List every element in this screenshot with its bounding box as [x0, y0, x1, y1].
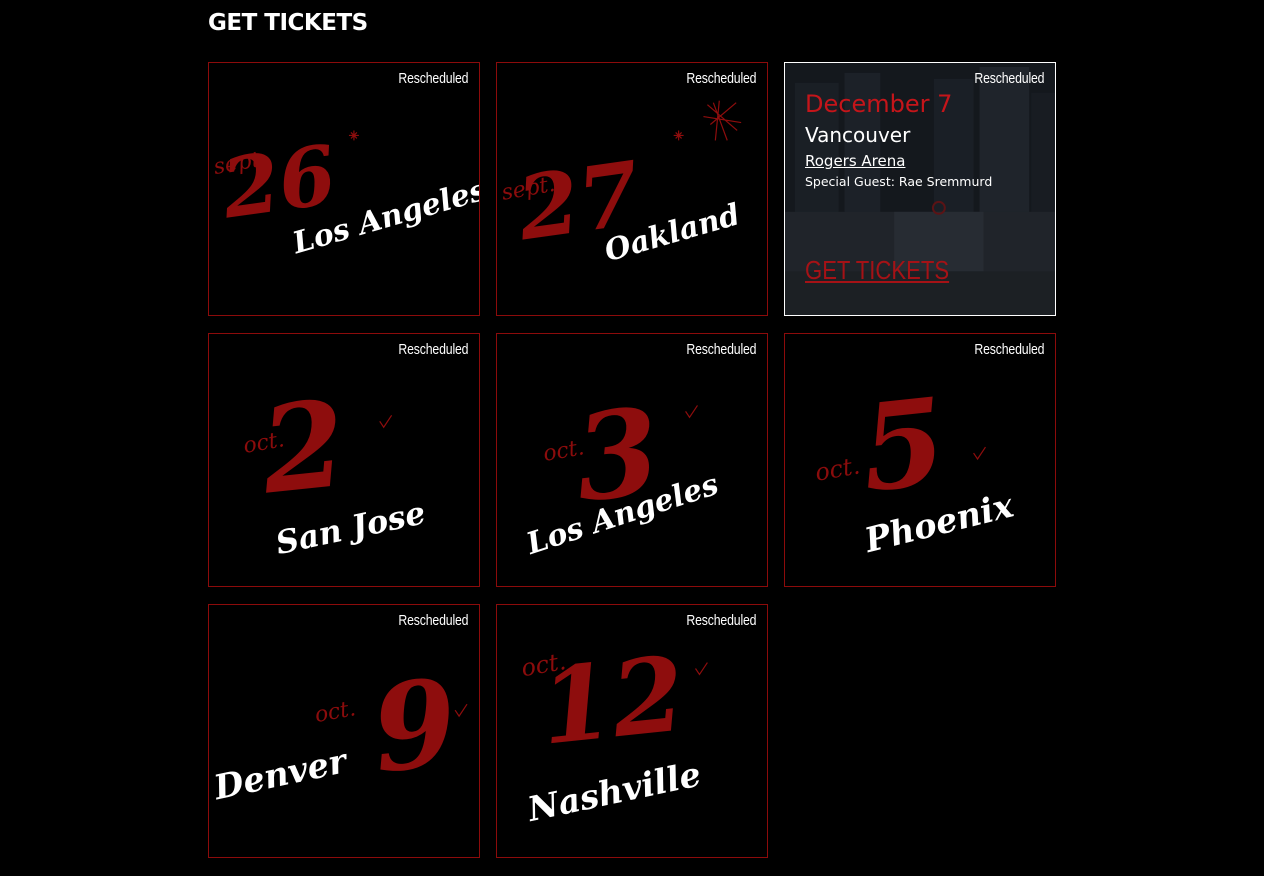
show-card[interactable]: oct. 9 Denver Rescheduled — [208, 604, 480, 858]
show-card[interactable]: sept. 27 Oakland Rescheduled — [496, 62, 768, 316]
date-artwork: sept. 27 Oakland — [500, 100, 744, 269]
show-card[interactable]: oct. 3 Los Angeles Rescheduled — [496, 333, 768, 587]
status-badge: Rescheduled — [397, 612, 468, 629]
date-artwork: oct. 5 Phoenix — [813, 372, 1018, 561]
status-badge: Rescheduled — [973, 341, 1044, 358]
status-badge: Rescheduled — [973, 70, 1044, 87]
date-day: 9 — [366, 653, 463, 801]
status-badge: Rescheduled — [397, 341, 468, 358]
status-badge: Rescheduled — [397, 70, 468, 87]
date-day: 2 — [254, 374, 352, 522]
asterisk-mark — [673, 130, 684, 141]
asterisk-mark — [348, 130, 359, 141]
page-title: GET TICKETS — [208, 10, 368, 36]
status-badge: Rescheduled — [685, 612, 756, 629]
show-card[interactable]: sept. 26 Los Angeles Rescheduled — [208, 62, 480, 316]
date-month: oct. — [813, 451, 862, 486]
check-mark — [454, 703, 468, 718]
check-mark — [685, 405, 698, 419]
date-artwork: sept. 26 Los Angeles — [212, 128, 479, 262]
date-month: oct. — [313, 696, 358, 728]
tour-dates-grid: sept. 26 Los Angeles Rescheduled sept. 2… — [208, 62, 1056, 858]
date-artwork: oct. 12 Nashville — [519, 633, 708, 829]
check-mark — [379, 415, 393, 429]
show-city: Vancouver — [805, 123, 911, 147]
show-card[interactable]: oct. 12 Nashville Rescheduled — [496, 604, 768, 858]
date-artwork: oct. 3 Los Angeles — [522, 382, 724, 563]
status-badge: Rescheduled — [685, 341, 756, 358]
show-details: December 7 Vancouver Rogers Arena Specia… — [805, 89, 1045, 189]
date-day: 12 — [535, 633, 690, 768]
show-card[interactable]: oct. 5 Phoenix Rescheduled — [784, 333, 1056, 587]
check-mark — [973, 446, 986, 461]
check-mark — [695, 662, 708, 676]
scribble-mark — [703, 100, 742, 141]
date-artwork: oct. 9 Denver — [209, 653, 468, 808]
show-date: December 7 — [805, 90, 953, 118]
status-badge: Rescheduled — [685, 70, 756, 87]
date-artwork: oct. 2 San Jose — [241, 374, 428, 562]
city-name: Denver — [209, 740, 352, 808]
show-card[interactable]: oct. 2 San Jose Rescheduled — [208, 333, 480, 587]
show-card-active[interactable]: Rescheduled December 7 Vancouver Rogers … — [784, 62, 1056, 316]
special-guest: Special Guest: Rae Sremmurd — [805, 174, 993, 189]
venue-link[interactable]: Rogers Arena — [805, 152, 905, 170]
get-tickets-link[interactable]: GET TICKETS — [805, 255, 949, 286]
date-day: 5 — [855, 372, 952, 520]
